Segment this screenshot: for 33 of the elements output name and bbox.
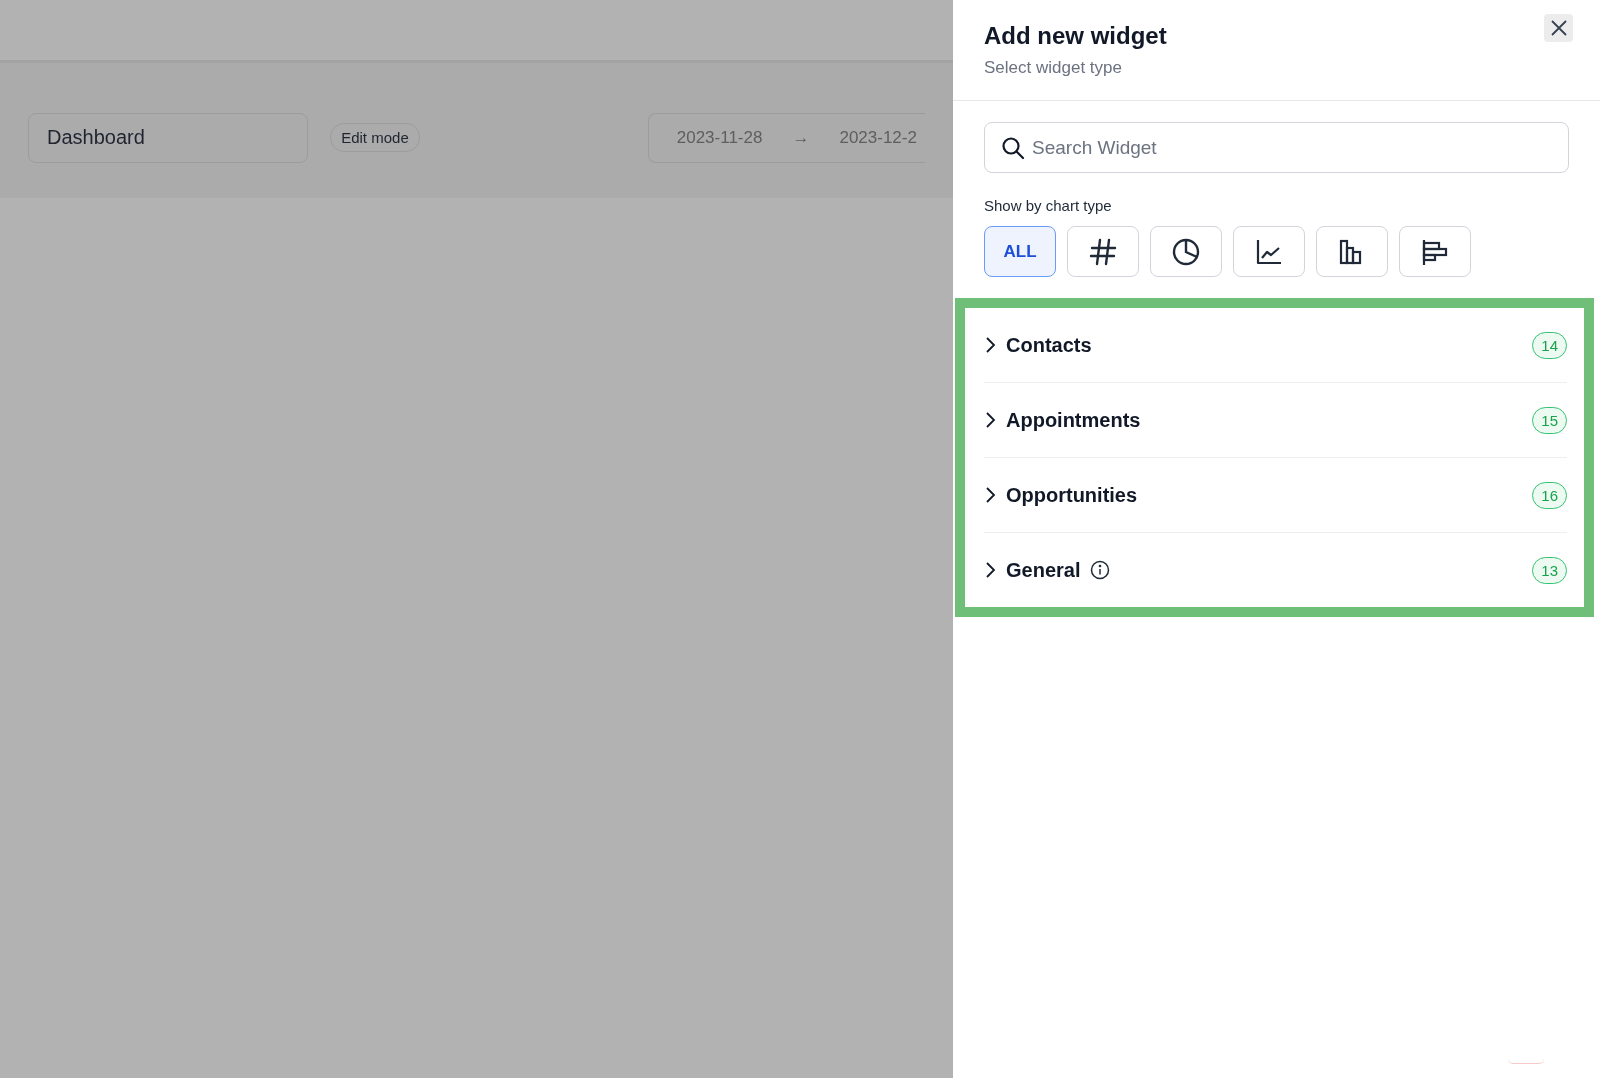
all-filter-button[interactable]: ALL: [984, 226, 1056, 277]
info-icon[interactable]: [1090, 560, 1111, 580]
search-field[interactable]: Search Widget: [984, 122, 1569, 173]
chart-type-button[interactable]: [1233, 226, 1305, 277]
chart-type-button[interactable]: [1316, 226, 1388, 277]
count-badge: 14: [1532, 331, 1567, 359]
category-toggle[interactable]: Opportunities: [984, 483, 1138, 507]
chevron-icon: [984, 336, 996, 354]
pie-chart-icon: [1171, 236, 1201, 267]
close-button[interactable]: [1544, 14, 1573, 42]
dashboard-name-field[interactable]: Dashboard: [28, 112, 309, 163]
chart-type-button[interactable]: [1150, 226, 1222, 277]
chevron-icon: [984, 411, 996, 429]
end-date: 2023-12-2: [839, 127, 917, 148]
filter-label: Show by chart type: [984, 197, 1113, 214]
arrow-icon: →: [792, 127, 810, 148]
edit-mode-badge: Edit mode: [330, 123, 420, 152]
category-toggle[interactable]: General: [984, 558, 1111, 582]
count-badge: 13: [1532, 556, 1567, 584]
category-toggle[interactable]: Appointments: [984, 408, 1141, 432]
count-badge: 15: [1532, 406, 1567, 434]
start-date: 2023-11-28: [676, 127, 763, 148]
chart-type-button[interactable]: [1399, 226, 1471, 277]
category-toggle[interactable]: Contacts: [984, 333, 1092, 357]
panel-title: Add new widget: [984, 22, 1167, 50]
chevron-icon: [984, 486, 996, 504]
count-badge: 16: [1532, 481, 1567, 509]
chart-type-button[interactable]: [1067, 226, 1139, 277]
close-icon: [1549, 19, 1568, 37]
chevron-icon: [984, 561, 996, 579]
panel-subtitle: Select widget type: [984, 58, 1123, 78]
hash-icon: [1088, 236, 1118, 267]
search-icon: [1001, 136, 1025, 160]
